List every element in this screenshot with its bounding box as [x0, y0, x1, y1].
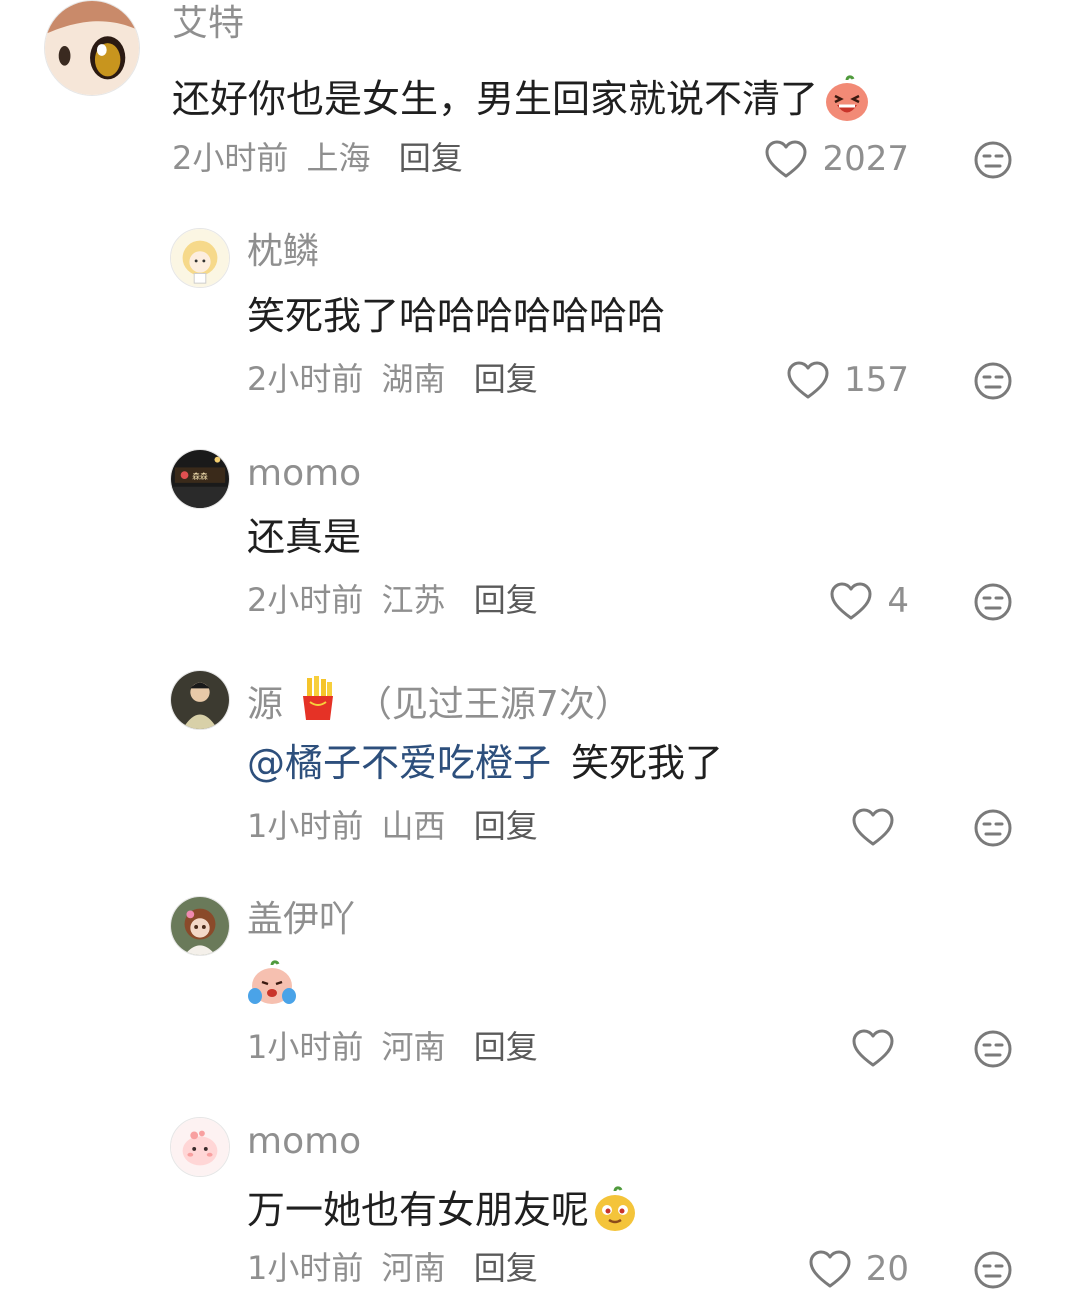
- user-avatar[interactable]: [170, 1117, 230, 1177]
- comment-text: 笑死我了哈哈哈哈哈哈哈: [247, 297, 665, 335]
- comment-meta: 2小时前 江苏 回复: [247, 584, 546, 616]
- username[interactable]: 源 （见过王源7次）: [247, 676, 631, 723]
- heart-icon: [765, 140, 807, 178]
- comment-text-content: 万一她也有女朋友呢: [247, 1188, 590, 1232]
- username[interactable]: 艾特: [172, 6, 244, 42]
- like-button[interactable]: 20: [808, 1247, 909, 1291]
- comment-location: 河南: [381, 1028, 446, 1066]
- like-count: 2027: [822, 139, 909, 179]
- like-count: 157: [844, 360, 909, 400]
- heart-icon: [787, 361, 829, 399]
- dislike-button[interactable]: [973, 361, 1013, 401]
- like-count: 20: [865, 1249, 909, 1289]
- comment-meta: 1小时前 河南 回复: [247, 1031, 546, 1063]
- anime-eye-avatar-icon: [45, 1, 139, 95]
- user-avatar[interactable]: 森森: [170, 449, 230, 509]
- comment-text-content: 笑死我了: [571, 741, 724, 785]
- neutral-face-icon: [974, 583, 1012, 621]
- like-button[interactable]: 2027: [764, 137, 909, 181]
- person-photo-avatar-icon: [171, 671, 229, 729]
- comment-text-content: 笑死我了哈哈哈哈哈哈哈: [247, 294, 666, 338]
- dislike-button[interactable]: [973, 808, 1013, 848]
- username-text: 源: [247, 684, 284, 725]
- comment-text: @橘子不爱吃橙子 笑死我了: [247, 744, 723, 782]
- fries-emoji-icon: [303, 676, 334, 720]
- neutral-face-icon: [974, 362, 1012, 400]
- like-button[interactable]: [851, 1026, 909, 1070]
- comment-text-content: 还真是: [247, 515, 362, 559]
- reply-button[interactable]: 回复: [474, 807, 538, 845]
- reply-button[interactable]: 回复: [474, 1028, 538, 1066]
- comment-text: [247, 960, 297, 1008]
- heart-icon: [852, 808, 894, 846]
- heart-icon: [830, 582, 872, 620]
- username[interactable]: momo: [247, 456, 361, 492]
- reply-button[interactable]: 回复: [399, 139, 463, 177]
- heart-icon: [809, 1250, 851, 1288]
- comment-meta: 2小时前 湖南 回复: [247, 363, 546, 395]
- user-avatar[interactable]: [170, 228, 230, 288]
- mention-link[interactable]: @橘子不爱吃橙子: [247, 744, 551, 782]
- user-avatar[interactable]: [170, 896, 230, 956]
- comment-time: 2小时前: [247, 581, 364, 619]
- reply-button[interactable]: 回复: [474, 360, 538, 398]
- comment-location: 江苏: [381, 581, 446, 619]
- username[interactable]: momo: [247, 1124, 361, 1160]
- comment-location: 湖南: [381, 360, 446, 398]
- comment-meta: 1小时前 山西 回复: [247, 810, 546, 842]
- dislike-button[interactable]: [973, 140, 1013, 180]
- neutral-face-icon: [974, 1030, 1012, 1068]
- reply-button[interactable]: 回复: [474, 581, 538, 619]
- comment-time: 1小时前: [247, 1028, 364, 1066]
- user-avatar[interactable]: [44, 0, 140, 96]
- storefront-avatar-icon: 森森: [171, 450, 229, 508]
- pink-blob-avatar-icon: [171, 1118, 229, 1176]
- neutral-face-icon: [974, 141, 1012, 179]
- reply-button[interactable]: 回复: [474, 1249, 538, 1287]
- comment-time: 2小时前: [172, 139, 289, 177]
- user-avatar[interactable]: [170, 670, 230, 730]
- comment-text: 还真是: [247, 518, 361, 556]
- dislike-button[interactable]: [973, 582, 1013, 622]
- comment-location: 上海: [306, 139, 371, 177]
- comment-meta: 2小时前 上海 回复: [172, 142, 471, 174]
- cartoon-girl-avatar-icon: [171, 229, 229, 287]
- comment-time: 1小时前: [247, 807, 364, 845]
- like-button[interactable]: 157: [786, 358, 909, 402]
- like-button[interactable]: 4: [829, 579, 909, 623]
- comment-meta: 1小时前 河南 回复: [247, 1252, 546, 1284]
- svg-text:森森: 森森: [192, 471, 208, 481]
- neutral-face-icon: [974, 1251, 1012, 1289]
- comment-text: 万一她也有女朋友呢: [247, 1186, 639, 1234]
- comment-location: 河南: [381, 1249, 446, 1287]
- dislike-button[interactable]: [973, 1250, 1013, 1290]
- doll-avatar-icon: [171, 897, 229, 955]
- username[interactable]: 盖伊吖: [247, 902, 355, 938]
- smug-mango-emoji-icon: [595, 1186, 636, 1231]
- laughing-peach-emoji-icon: [826, 75, 869, 121]
- dislike-button[interactable]: [973, 1029, 1013, 1069]
- username[interactable]: 枕鳞: [247, 234, 319, 270]
- crying-peach-emoji-icon: [248, 960, 296, 1004]
- comment-time: 1小时前: [247, 1249, 364, 1287]
- comment-text-content: 还好你也是女生，男生回家就说不清了: [172, 77, 819, 121]
- comment-time: 2小时前: [247, 360, 364, 398]
- comment-text: 还好你也是女生，男生回家就说不清了: [172, 74, 872, 124]
- username-suffix: （见过王源7次）: [355, 684, 631, 725]
- heart-icon: [852, 1029, 894, 1067]
- like-button[interactable]: [851, 805, 909, 849]
- neutral-face-icon: [974, 809, 1012, 847]
- like-count: 4: [887, 581, 909, 621]
- comment-location: 山西: [381, 807, 446, 845]
